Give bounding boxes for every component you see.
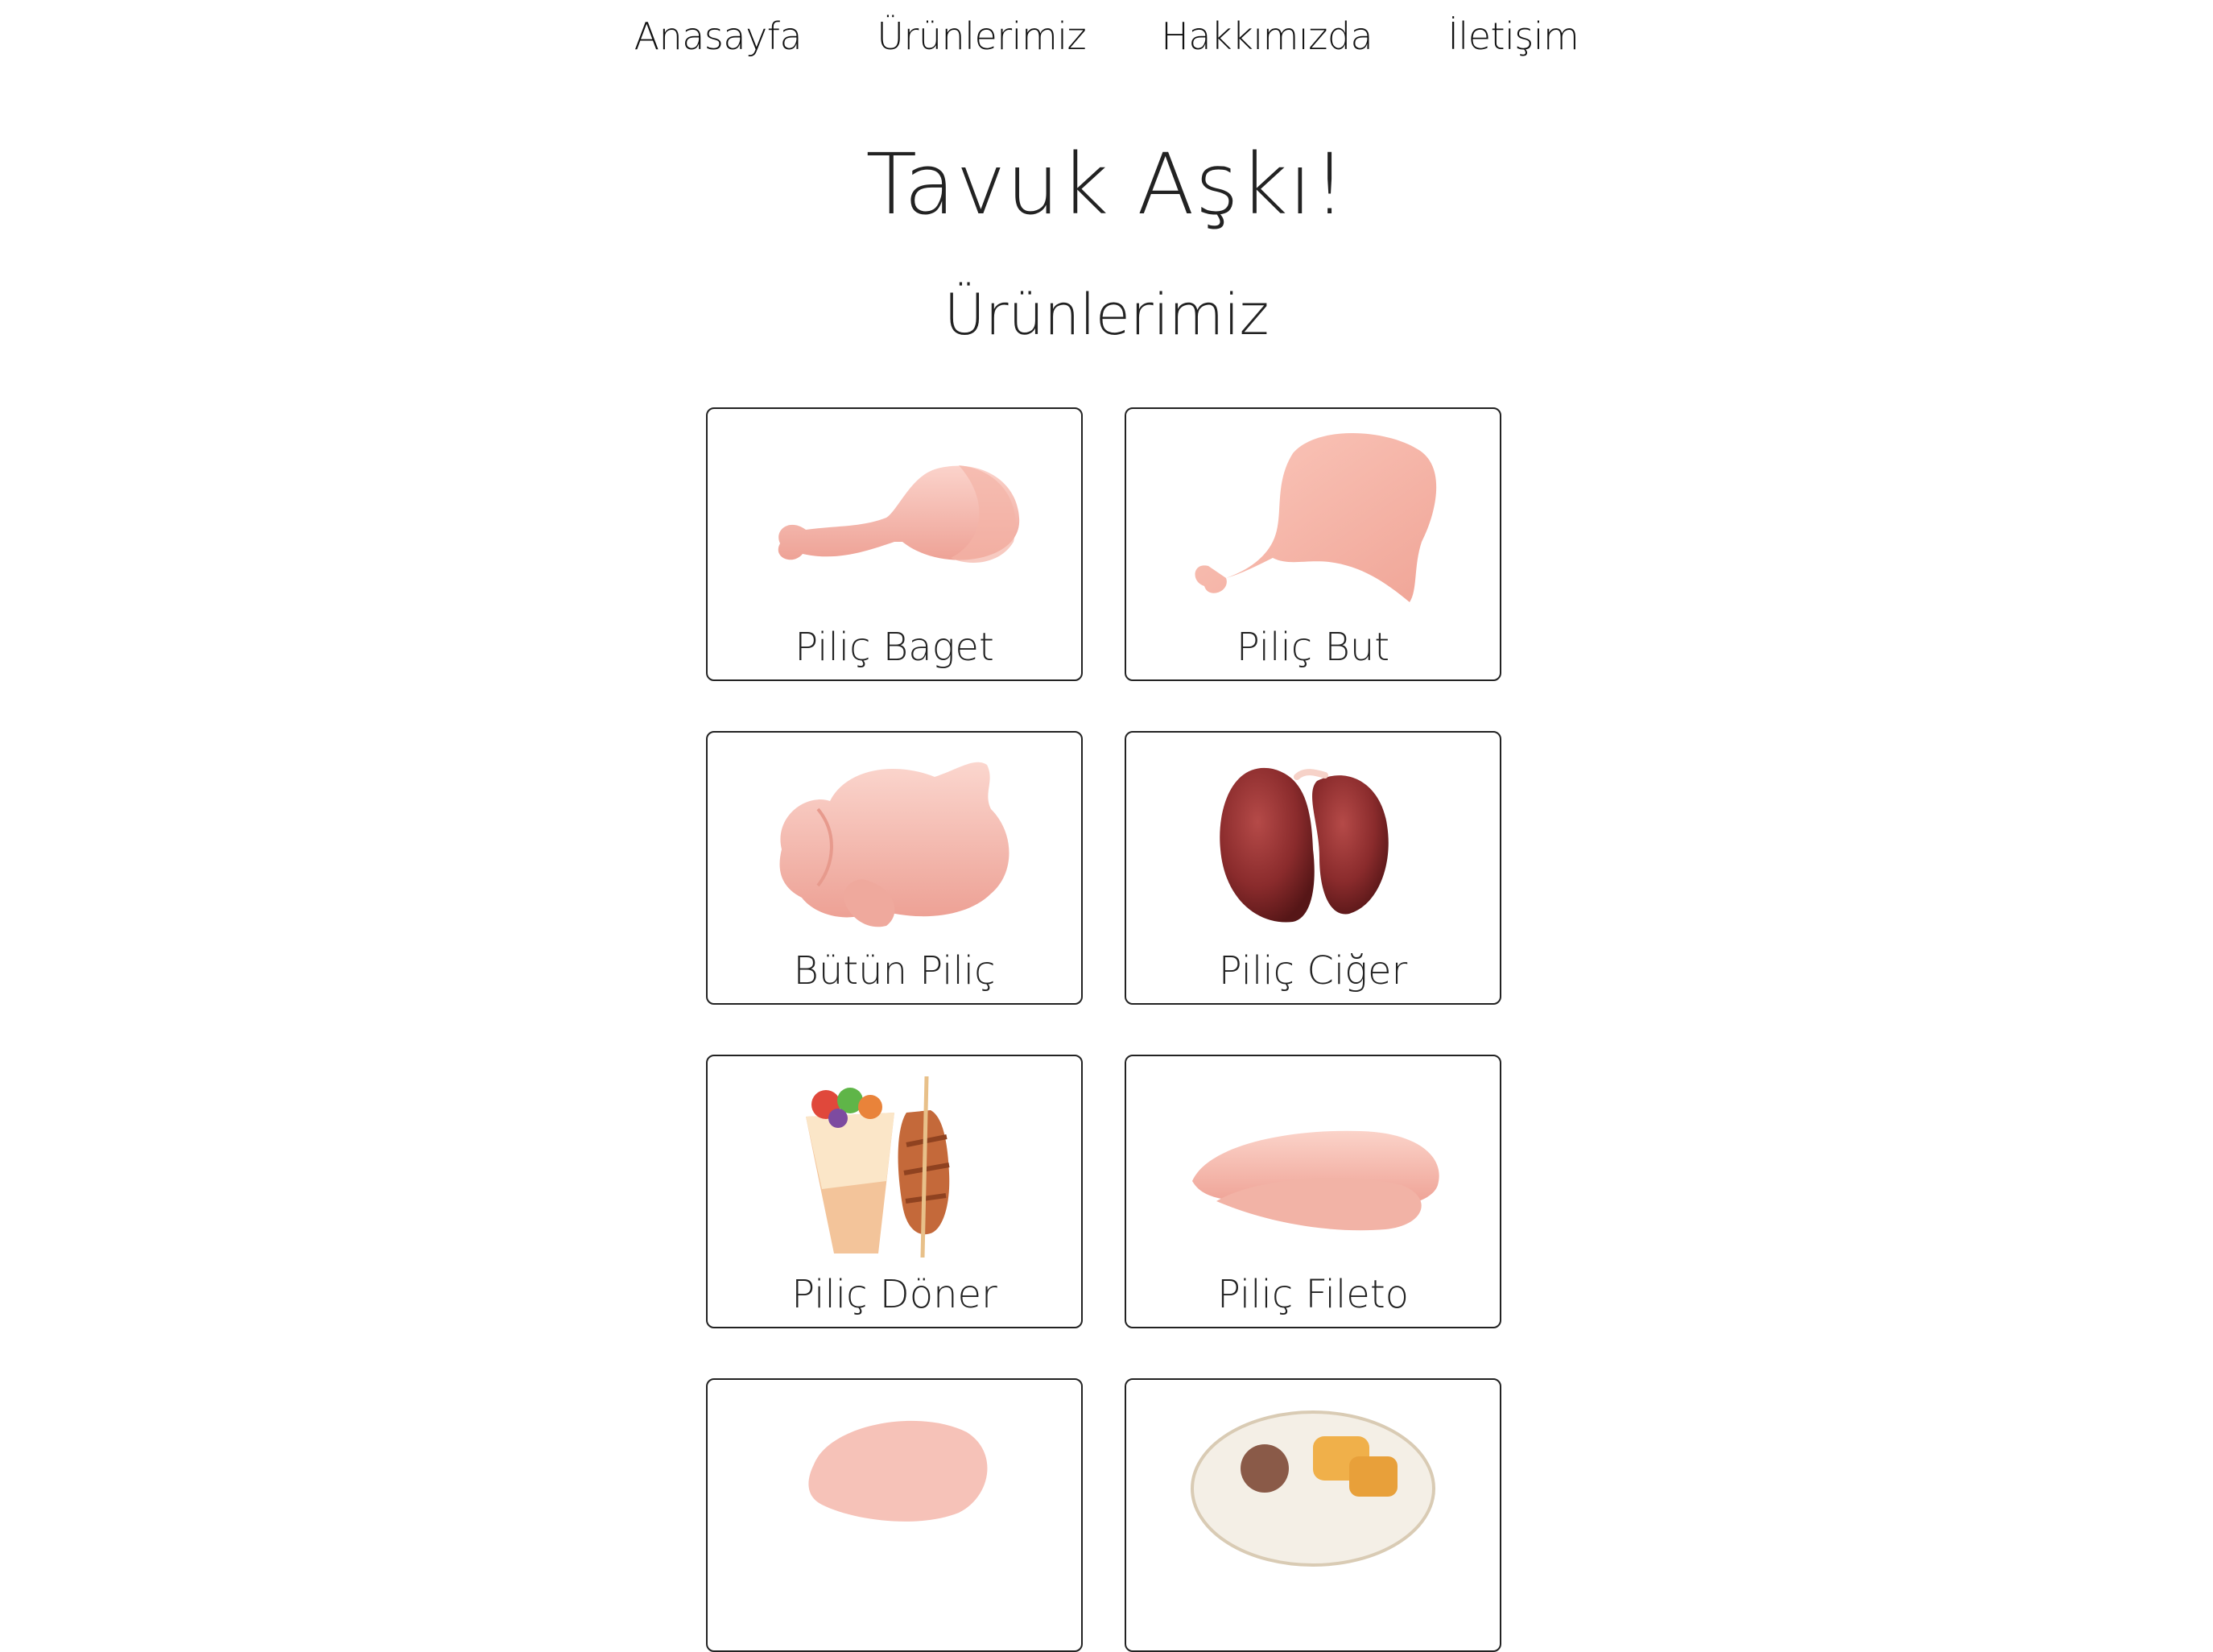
nav-link-anasayfa[interactable]: Anasayfa: [634, 14, 803, 58]
product-grid: Piliç Baget Piliç But Bütün Piliç Piliç …: [706, 407, 1503, 1652]
chicken-fillet-icon: [1126, 1064, 1500, 1266]
product-card-pilic-baget[interactable]: Piliç Baget: [706, 407, 1083, 681]
chicken-liver-icon: [1126, 741, 1500, 942]
chicken-wing-icon: [708, 1388, 1081, 1589]
product-card-pilic-ciger[interactable]: Piliç Ciğer: [1125, 731, 1501, 1005]
nav-link-urunlerimiz[interactable]: Ürünlerimiz: [877, 14, 1086, 58]
product-card-7[interactable]: [706, 1378, 1083, 1652]
product-card-8[interactable]: [1125, 1378, 1501, 1652]
product-card-pilic-doner[interactable]: Piliç Döner: [706, 1055, 1083, 1328]
product-name: Piliç Baget: [795, 625, 994, 670]
product-card-pilic-but[interactable]: Piliç But: [1125, 407, 1501, 681]
chicken-leg-quarter-icon: [1126, 417, 1500, 618]
product-name: Piliç Döner: [791, 1272, 997, 1317]
product-name: Piliç But: [1236, 625, 1390, 670]
main-nav: Anasayfa Ürünlerimiz Hakkımızda İletişim: [0, 14, 2213, 58]
product-name: Bütün Piliç: [793, 948, 996, 993]
product-name: Piliç Ciğer: [1218, 948, 1408, 993]
products-section-title: Ürünlerimiz: [943, 282, 1270, 348]
product-card-butun-pilic[interactable]: Bütün Piliç: [706, 731, 1083, 1005]
site-title: Tavuk Aşkı!: [865, 135, 1348, 233]
nugget-plate-icon: [1126, 1388, 1500, 1589]
product-card-pilic-fileto[interactable]: Piliç Fileto: [1125, 1055, 1501, 1328]
nav-link-iletisim[interactable]: İletişim: [1447, 14, 1579, 58]
product-name: Piliç Fileto: [1216, 1272, 1410, 1317]
doner-wrap-icon: [708, 1064, 1081, 1266]
whole-chicken-icon: [708, 741, 1081, 942]
nav-link-hakkimizda[interactable]: Hakkımızda: [1161, 14, 1373, 58]
chicken-drumstick-icon: [708, 417, 1081, 618]
